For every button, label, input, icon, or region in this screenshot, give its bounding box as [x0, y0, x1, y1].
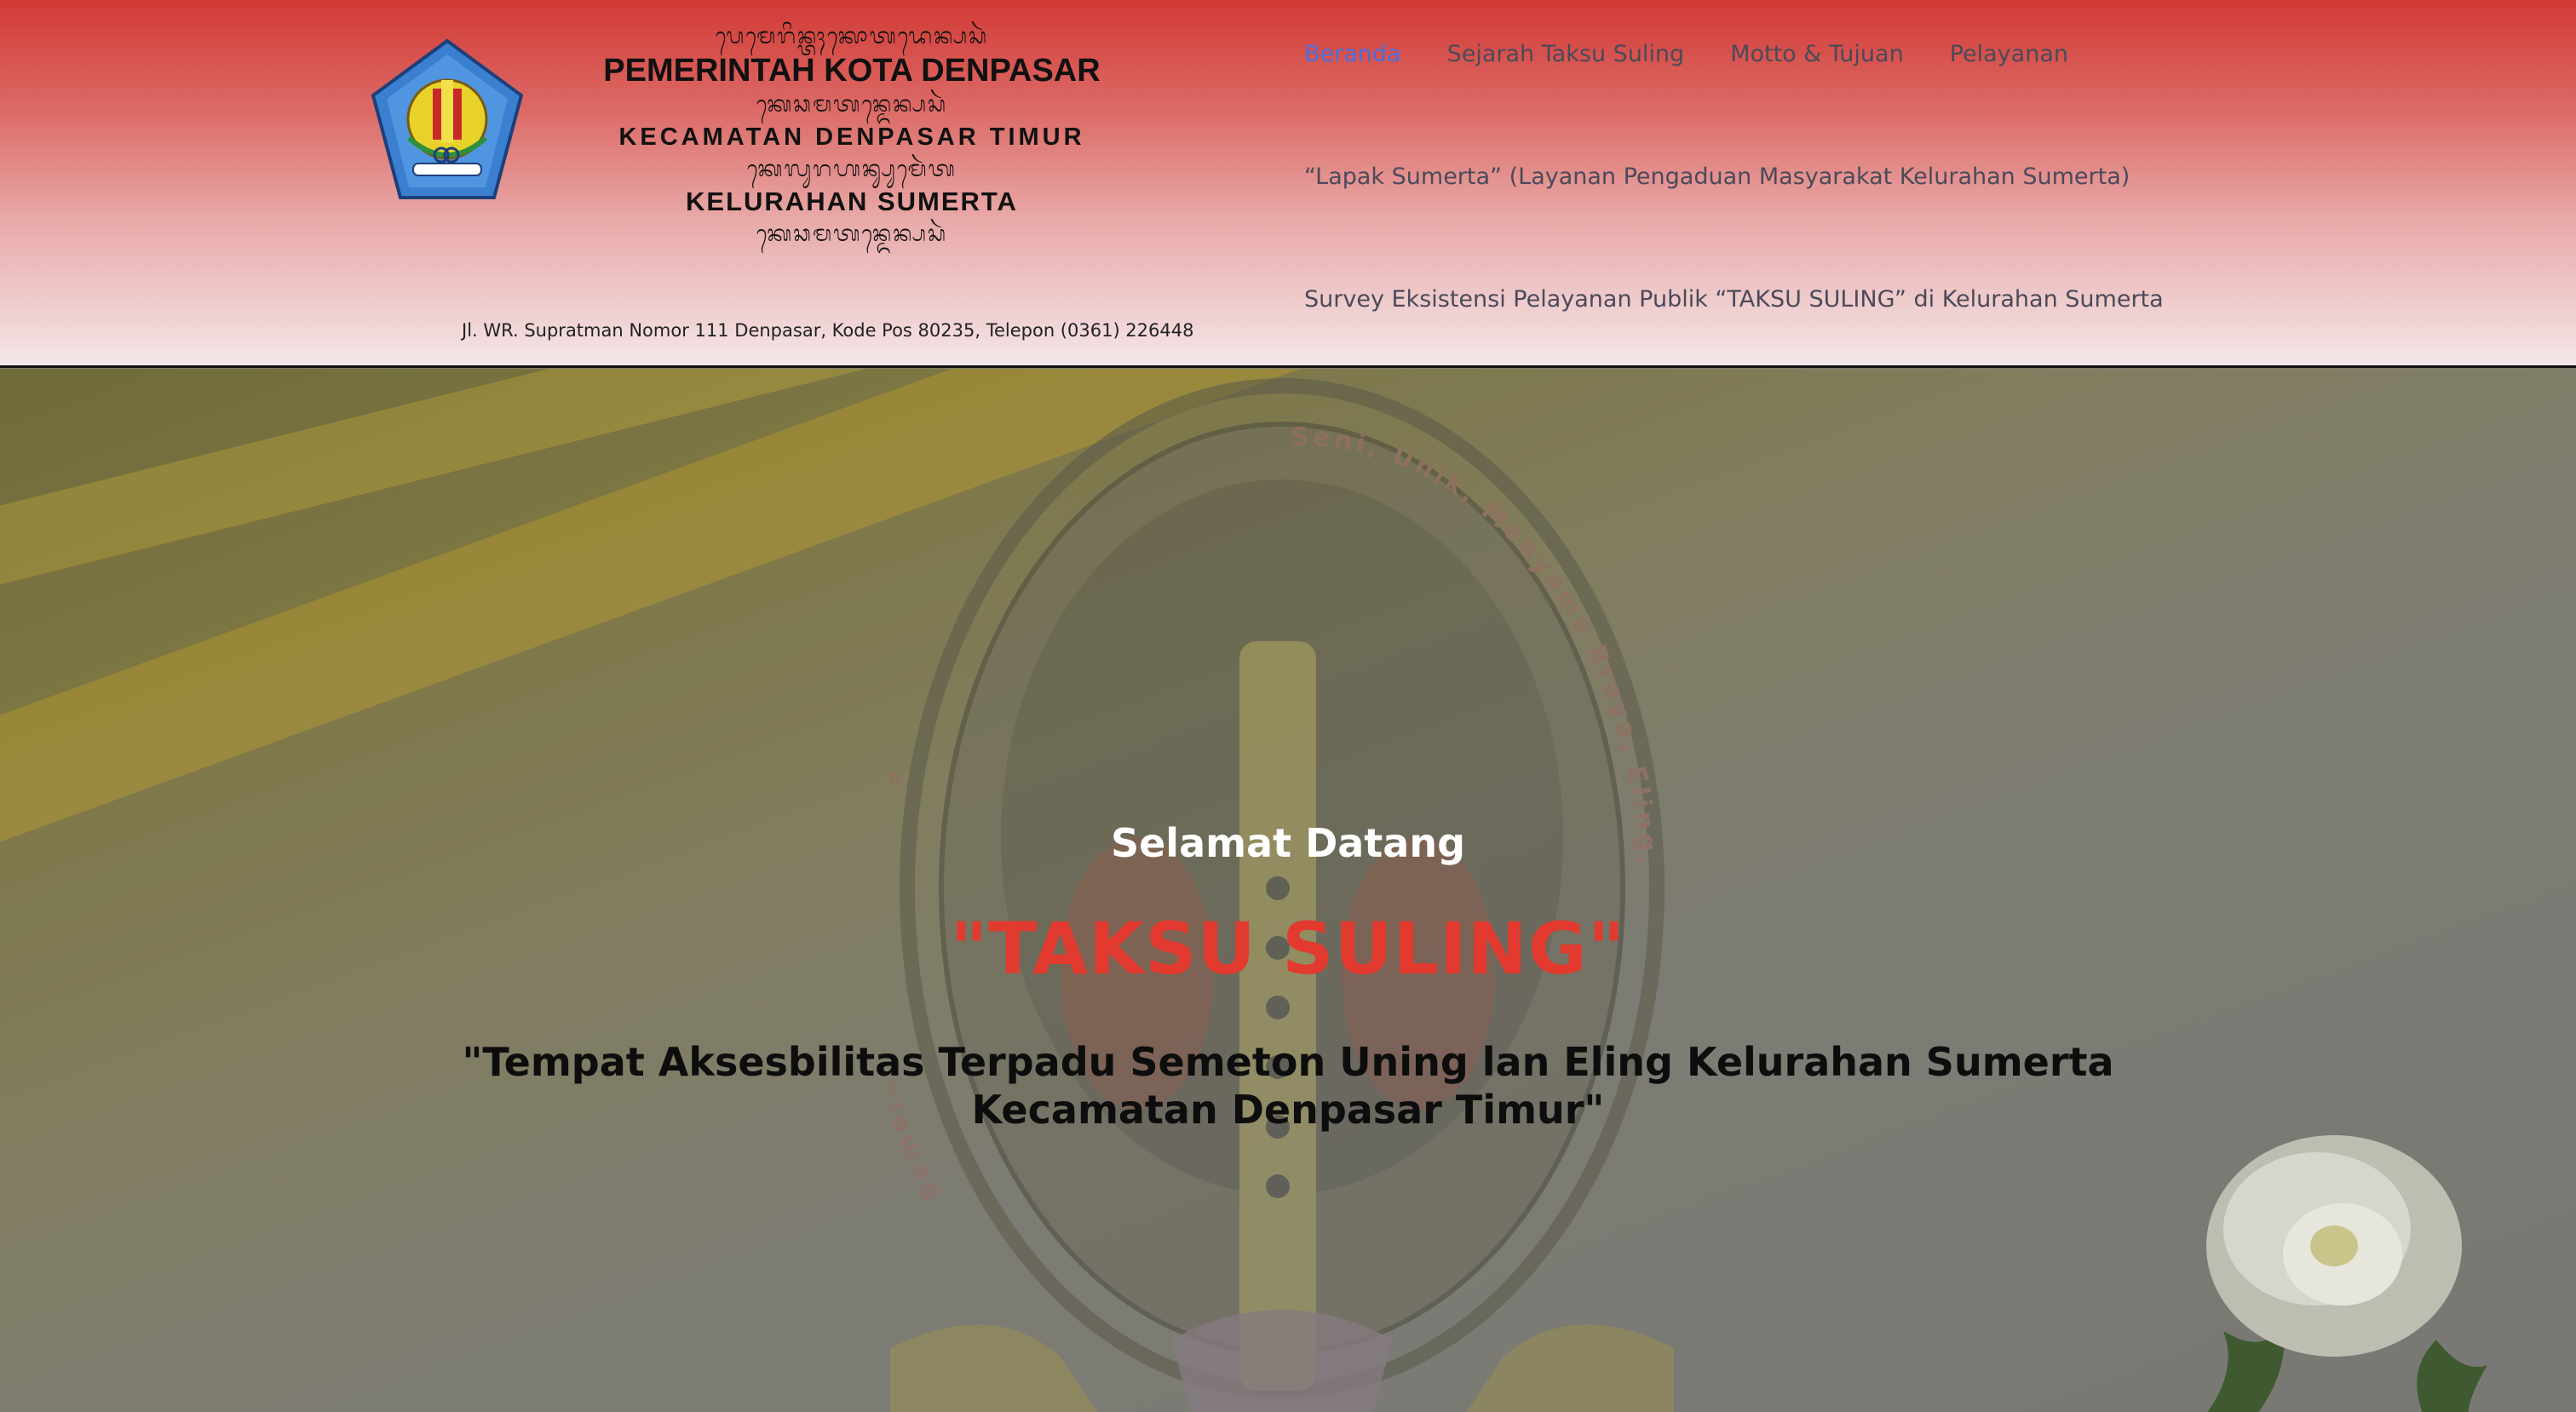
- tagline-line: "Tempat Aksesbilitas Terpadu Semeton Uni…: [462, 1039, 2114, 1085]
- balinese-script-line: ᬧᬾᬫᬾᬭᬶᬦ᭄ᬢᬄᬓᭀᬢᬤᬾᬦ᭄ᬧᬲᬃ: [715, 24, 989, 49]
- nav-row: Survey Eksistensi Pelayanan Publik “TAKS…: [1304, 286, 2164, 313]
- district-name: KECAMATAN DENPASAR TIMUR: [618, 123, 1085, 151]
- balinese-script-line: ᬓᬾᬮᬸᬭᬳᬦ᭄ᬲᬸᬫᬾᬃᬢ: [747, 157, 957, 182]
- nav-item-motto[interactable]: Motto & Tujuan: [1730, 41, 1904, 67]
- nav-item-lapak-sumerta[interactable]: “Lapak Sumerta” (Layanan Pengaduan Masya…: [1304, 164, 2130, 190]
- site-logo-block[interactable]: ᬧᬾᬫᬾᬭᬶᬦ᭄ᬢᬄᬓᭀᬢᬤᬾᬦ᭄ᬧᬲᬃ PEMERINTAH KOTA DEN…: [366, 22, 1235, 354]
- nav-row: “Lapak Sumerta” (Layanan Pengaduan Masya…: [1304, 164, 2130, 190]
- nav-item-beranda[interactable]: Beranda: [1304, 41, 1401, 67]
- balinese-script-line: ᬓᬾᬘᬫᬢᬦ᭄ᬤᬾᬦ᭄ᬧᬲᬃ: [756, 92, 948, 118]
- hero-banner: Seni, Unik, Menyama Braya, Eling, Ramah …: [0, 369, 2576, 1412]
- denpasar-emblem-icon: [371, 38, 524, 199]
- nav-item-sejarah[interactable]: Sejarah Taksu Suling: [1447, 41, 1685, 67]
- brand-title: "TAKSU SULING": [950, 907, 1626, 990]
- nav-row: Beranda Sejarah Taksu Suling Motto & Tuj…: [1304, 41, 2068, 67]
- letterhead-text: ᬧᬾᬫᬾᬭᬶᬦ᭄ᬢᬄᬓᭀᬢᬤᬾᬦ᭄ᬧᬲᬃ PEMERINTAH KOTA DEN…: [554, 22, 1150, 249]
- balinese-script-line: ᬓᬾᬘᬫᬢᬦ᭄ᬤᬾᬦ᭄ᬧᬲᬃ: [756, 221, 948, 247]
- main-nav: Beranda Sejarah Taksu Suling Motto & Tuj…: [1304, 0, 2164, 366]
- white-flower-icon: [2206, 1135, 2487, 1412]
- tagline-line: Kecamatan Denpasar Timur": [971, 1087, 1605, 1133]
- office-address: Jl. WR. Supratman Nomor 111 Denpasar, Ko…: [462, 320, 1194, 341]
- brand-tagline: "Tempat Aksesbilitas Terpadu Semeton Uni…: [0, 1038, 2576, 1134]
- taksu-suling-emblem-icon: Seni, Unik, Menyama Braya, Eling, Ramah …: [890, 369, 1674, 1412]
- welcome-heading: Selamat Datang: [1110, 820, 1466, 866]
- nav-item-pelayanan[interactable]: Pelayanan: [1950, 41, 2068, 67]
- nav-item-survey[interactable]: Survey Eksistensi Pelayanan Publik “TAKS…: [1304, 286, 2164, 313]
- site-header: ᬧᬾᬫᬾᬭᬶᬦ᭄ᬢᬄᬓᭀᬢᬤᬾᬦ᭄ᬧᬲᬃ PEMERINTAH KOTA DEN…: [0, 0, 2576, 368]
- village-name: KELURAHAN SUMERTA: [686, 187, 1018, 216]
- government-name: PEMERINTAH KOTA DENPASAR: [603, 53, 1101, 89]
